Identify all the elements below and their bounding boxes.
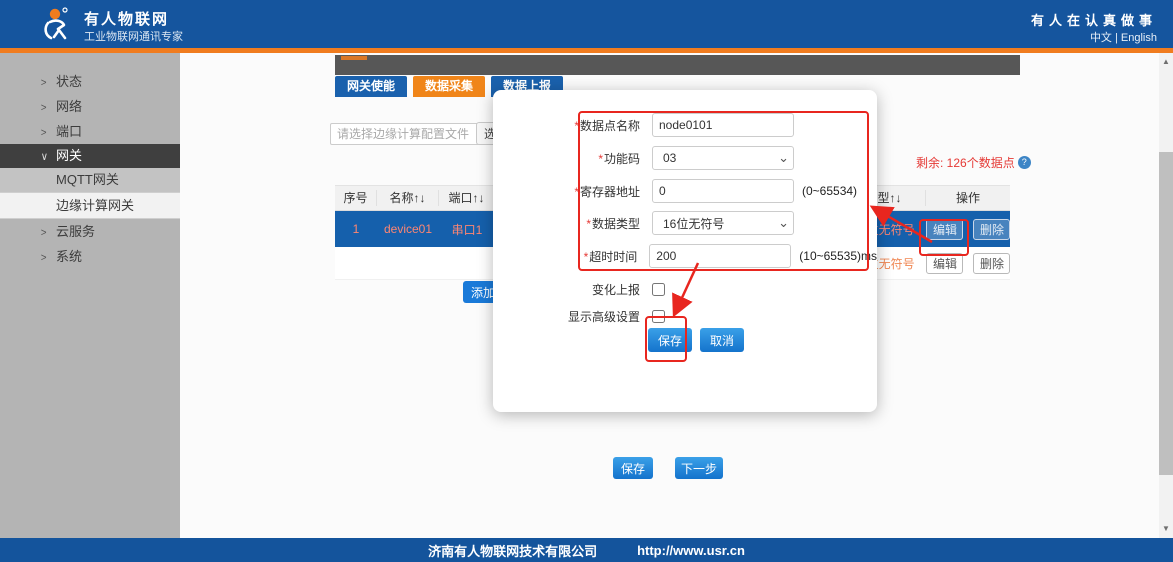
cell-name: device01 (377, 222, 439, 236)
footer: 济南有人物联网技术有限公司 http://www.usr.cn (0, 538, 1173, 562)
cell-index: 1 (335, 222, 377, 236)
range-hint: (0~65534) (802, 184, 857, 198)
field-label: 数据点名称 (580, 119, 640, 133)
required-asterisk: * (584, 250, 589, 264)
sidebar-item-mqtt-gateway[interactable]: MQTT网关 (0, 168, 180, 193)
required-asterisk: * (574, 119, 579, 133)
checkbox-row-advanced: 显示高级设置 (493, 303, 877, 329)
page-next-button[interactable]: 下一步 (675, 457, 723, 479)
tab-gateway-enable[interactable]: 网关使能 (335, 76, 407, 97)
field-row-data-type: *数据类型 16位无符号⌄ (493, 210, 877, 236)
sidebar-item-gateway[interactable]: ∨网关 (0, 144, 180, 168)
timeout-input[interactable] (649, 244, 791, 268)
edit-button[interactable]: 编辑 (926, 219, 963, 240)
field-row-register-address: *寄存器地址 (0~65534) (493, 178, 877, 204)
chevron-down-icon: ⌄ (778, 153, 789, 163)
delete-button[interactable]: 删除 (973, 219, 1010, 240)
field-label: 显示高级设置 (493, 308, 640, 325)
dialog-save-button[interactable]: 保存 (648, 328, 692, 352)
edit-button[interactable]: 编辑 (926, 253, 963, 274)
col-header-index: 序号 (335, 190, 377, 206)
cell-port: 串口1 (439, 221, 495, 238)
required-asterisk: * (586, 217, 591, 231)
tab-data-collection[interactable]: 数据采集 (413, 76, 485, 97)
page-save-button[interactable]: 保存 (613, 457, 653, 479)
sidebar-item-system[interactable]: >系统 (0, 244, 180, 269)
col-header-actions: 操作 (926, 190, 1010, 206)
datapoint-name-input[interactable] (652, 113, 794, 137)
field-label: 超时时间 (589, 250, 637, 264)
function-code-select[interactable]: 03⌄ (652, 146, 794, 170)
checkbox-row-report-on-change: 变化上报 (493, 276, 877, 302)
vertical-scrollbar[interactable]: ▲ ▼ (1159, 53, 1173, 538)
help-icon[interactable]: ? (1018, 156, 1031, 169)
required-asterisk: * (598, 152, 603, 166)
field-label: 变化上报 (493, 281, 640, 298)
edit-datapoint-dialog: *数据点名称 *功能码 03⌄ *寄存器地址 (0~65534) *数据类型 1… (493, 90, 877, 412)
sidebar: >状态 >网络 >端口 ∨网关 MQTT网关 边缘计算网关 >云服务 >系统 (0, 53, 180, 538)
chevron-right-icon: > (41, 221, 55, 246)
field-label: 数据类型 (592, 217, 640, 231)
brand-tagline: 工业物联网通讯专家 (84, 28, 183, 44)
usr-logo-icon (38, 6, 76, 44)
scroll-down-icon[interactable]: ▼ (1159, 522, 1173, 536)
field-row-name: *数据点名称 (493, 112, 877, 138)
sidebar-item-status[interactable]: >状态 (0, 69, 180, 94)
clipped-element-fragment (341, 56, 367, 60)
app-header: 有人物联网 工业物联网通讯专家 有人在认真做事 中文 | English (0, 0, 1173, 48)
field-row-timeout: *超时时间 (10~65535)ms (493, 243, 877, 269)
report-on-change-checkbox[interactable] (652, 283, 665, 296)
footer-url: http://www.usr.cn (637, 543, 745, 558)
data-type-select[interactable]: 16位无符号⌄ (652, 211, 794, 235)
range-hint: (10~65535)ms (799, 249, 877, 263)
dialog-cancel-button[interactable]: 取消 (700, 328, 744, 352)
footer-company: 济南有人物联网技术有限公司 (428, 541, 597, 560)
header-slogan: 有人在认真做事 (1031, 10, 1157, 29)
chevron-right-icon: > (41, 96, 55, 121)
page: 有人物联网 工业物联网通讯专家 有人在认真做事 中文 | English >状态… (0, 0, 1173, 562)
required-asterisk: * (574, 185, 579, 199)
chevron-right-icon: > (41, 71, 55, 96)
section-header-bar (335, 55, 1020, 75)
sidebar-item-network[interactable]: >网络 (0, 94, 180, 119)
chevron-right-icon: > (41, 246, 55, 271)
sidebar-item-edge-gateway[interactable]: 边缘计算网关 (0, 193, 180, 219)
delete-button[interactable]: 删除 (973, 253, 1010, 274)
remaining-points: 剩余: 126个数据点 ? (916, 154, 1031, 171)
field-row-function-code: *功能码 03⌄ (493, 145, 877, 171)
chevron-right-icon: > (41, 121, 55, 146)
field-label: 寄存器地址 (580, 185, 640, 199)
config-file-input[interactable] (330, 123, 480, 145)
scroll-up-icon[interactable]: ▲ (1159, 55, 1173, 69)
remaining-points-text: 剩余: 126个数据点 (916, 154, 1015, 171)
sidebar-item-port[interactable]: >端口 (0, 119, 180, 144)
register-address-input[interactable] (652, 179, 794, 203)
sidebar-item-cloud[interactable]: >云服务 (0, 219, 180, 244)
chevron-down-icon: ⌄ (778, 218, 789, 228)
field-label: 功能码 (604, 152, 640, 166)
chevron-down-icon: ∨ (41, 145, 55, 169)
col-header-name[interactable]: 名称↑↓ (377, 190, 439, 206)
language-switch[interactable]: 中文 | English (1090, 29, 1157, 45)
col-header-port[interactable]: 端口↑↓ (439, 190, 495, 206)
brand-title: 有人物联网 (84, 8, 169, 29)
show-advanced-checkbox[interactable] (652, 310, 665, 323)
scrollbar-thumb[interactable] (1159, 152, 1173, 475)
